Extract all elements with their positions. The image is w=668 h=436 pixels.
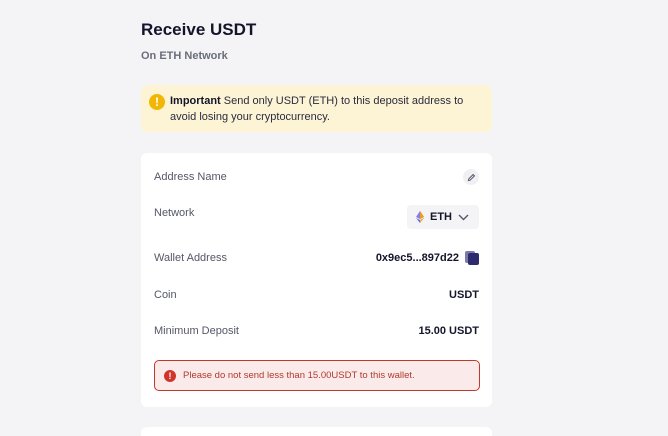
minimum-deposit-row: Minimum Deposit 15.00 USDT [154, 325, 479, 337]
coin-label: Coin [154, 289, 177, 301]
page-title: Receive USDT [141, 20, 257, 39]
next-card [141, 427, 492, 436]
copy-icon[interactable] [465, 251, 479, 265]
ethereum-icon [416, 211, 424, 223]
wallet-address-group: 0x9ec5...897d22 [376, 251, 479, 265]
wallet-address-row: Wallet Address 0x9ec5...897d22 [154, 251, 479, 265]
warning-text: Please do not send less than 15.00USDT t… [183, 370, 415, 381]
coin-row: Coin USDT [154, 289, 479, 301]
network-value: ETH [430, 211, 452, 223]
receive-page: Receive USDT On ETH Network ! Important … [0, 0, 668, 436]
coin-value: USDT [449, 289, 479, 301]
page-subtitle: On ETH Network [141, 50, 228, 62]
minimum-deposit-label: Minimum Deposit [154, 325, 239, 337]
chevron-down-icon [458, 214, 469, 220]
address-name-label: Address Name [154, 171, 227, 183]
address-name-row: Address Name [154, 169, 479, 185]
important-notice: ! Important Send only USDT (ETH) to this… [141, 85, 492, 132]
notice-bold-label: Important [170, 95, 221, 107]
minimum-deposit-value: 15.00 USDT [418, 325, 479, 337]
error-icon: ! [164, 369, 176, 382]
details-card: Address Name Network ETH Wallet Address … [141, 153, 492, 407]
network-select[interactable]: ETH [407, 205, 479, 229]
pencil-icon [467, 173, 475, 181]
wallet-address-value: 0x9ec5...897d22 [375, 252, 459, 264]
exclamation-icon: ! [149, 94, 165, 110]
edit-address-name-button[interactable] [463, 169, 479, 185]
wallet-address-label: Wallet Address [154, 252, 227, 264]
network-label: Network [154, 207, 195, 219]
network-row: Network ETH [154, 205, 479, 229]
minimum-deposit-warning: ! Please do not send less than 15.00USDT… [154, 360, 480, 391]
